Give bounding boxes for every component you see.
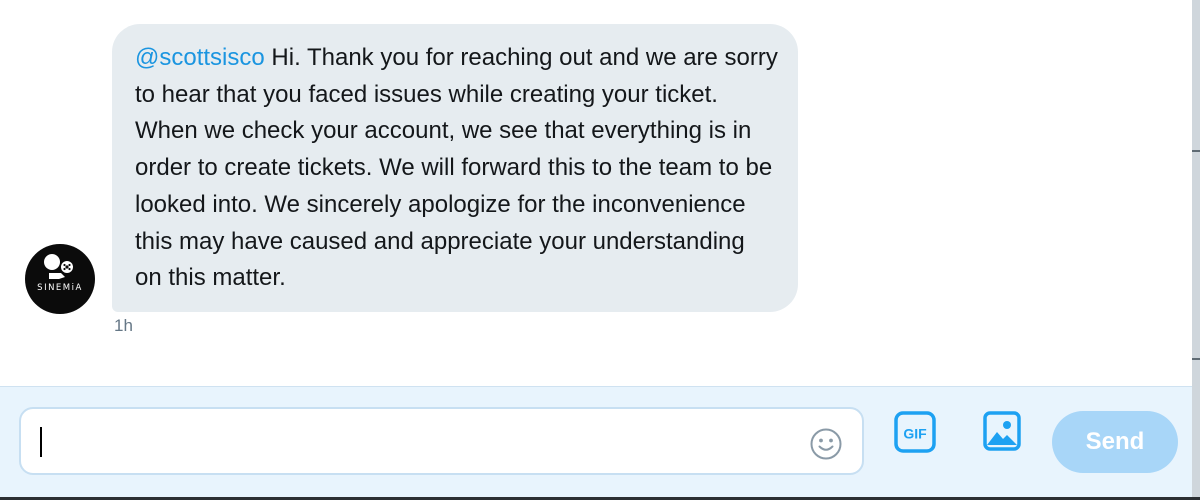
message-bubble: @scottsisco Hi. Thank you for reaching o… xyxy=(112,24,798,312)
user-mention-link[interactable]: @scottsisco xyxy=(135,44,265,71)
message-timestamp: 1h xyxy=(114,316,133,335)
direct-message-window: SINEMiA @scottsisco Hi. Thank you for re… xyxy=(0,0,1200,500)
message-input[interactable] xyxy=(37,421,797,461)
gif-icon: GIF xyxy=(894,411,936,453)
message-input-box[interactable] xyxy=(19,407,864,475)
image-icon xyxy=(983,411,1021,451)
edge-mark xyxy=(1192,358,1200,360)
emoji-button[interactable] xyxy=(809,427,843,461)
text-caret xyxy=(40,427,42,457)
message-text: Hi. Thank you for reaching out and we ar… xyxy=(135,44,778,292)
send-button[interactable]: Send xyxy=(1052,411,1178,473)
smiley-face-icon xyxy=(810,428,842,460)
message-composer: GIF Send xyxy=(0,386,1192,497)
avatar-logo-text: SINEMiA xyxy=(37,283,83,293)
edge-mark xyxy=(1192,150,1200,152)
add-photo-button[interactable] xyxy=(982,409,1022,453)
gif-label: GIF xyxy=(903,426,927,442)
sender-avatar[interactable]: SINEMiA xyxy=(25,244,95,314)
conversation-pane: SINEMiA @scottsisco Hi. Thank you for re… xyxy=(0,0,1192,386)
gif-button[interactable]: GIF xyxy=(893,410,937,454)
window-edge xyxy=(1192,0,1200,500)
film-reel-logo-icon xyxy=(44,254,73,279)
